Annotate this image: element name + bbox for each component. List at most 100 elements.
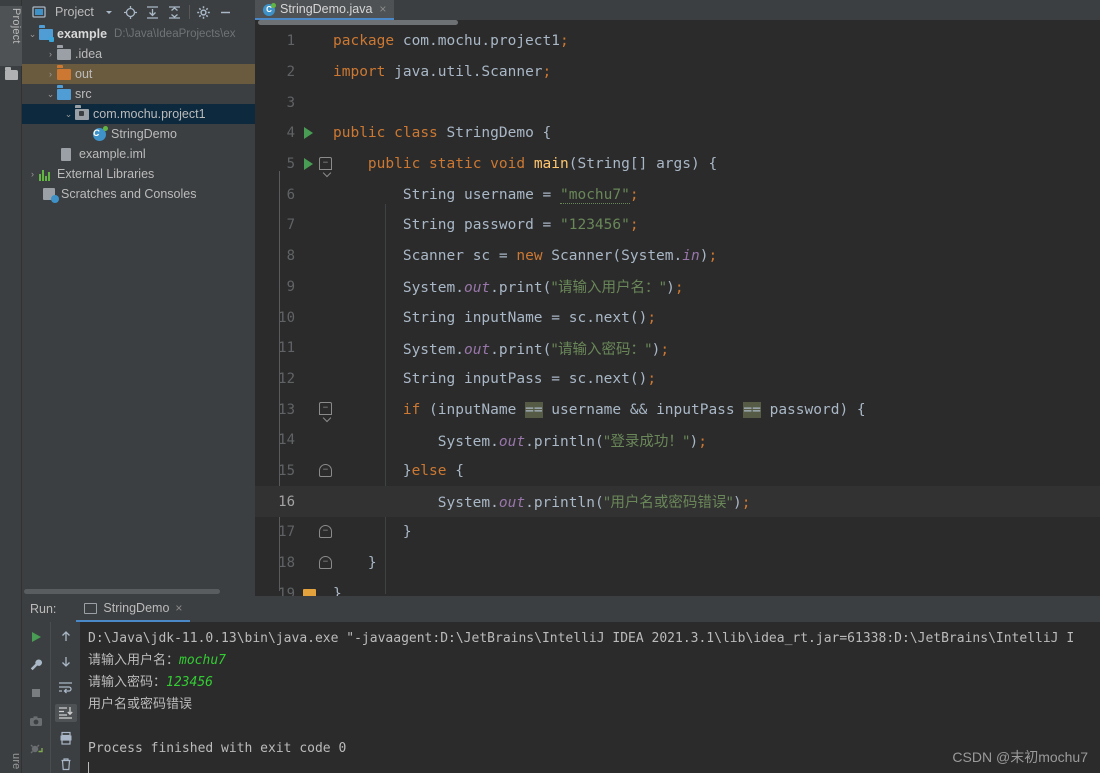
gutter[interactable] — [301, 241, 333, 272]
tree-item-label: com.mochu.project1 — [93, 107, 206, 121]
line-number: 14 — [278, 432, 295, 449]
chevron-right-icon[interactable]: › — [44, 69, 57, 79]
run-body: D:\Java\jdk-11.0.13\bin\java.exe "-javaa… — [22, 622, 1100, 773]
tree-item-external-libraries[interactable]: › External Libraries — [22, 164, 255, 184]
gutter[interactable] — [301, 364, 333, 395]
project-panel-horizontal-scrollbar[interactable] — [22, 586, 255, 596]
gutter[interactable]: − — [301, 517, 333, 548]
folder-icon[interactable] — [5, 67, 18, 80]
gutter[interactable] — [301, 179, 333, 210]
code-content[interactable]: 1 package com.mochu.project1; 2 import j… — [255, 26, 1100, 596]
chevron-right-icon[interactable]: › — [44, 49, 57, 59]
gutter[interactable] — [301, 57, 333, 88]
code-line[interactable]: 17 − } — [255, 517, 1100, 548]
gutter[interactable] — [301, 486, 333, 517]
tree-item-src[interactable]: ⌄ src — [22, 84, 255, 104]
gutter[interactable] — [301, 26, 333, 57]
code-line[interactable]: 1 package com.mochu.project1; — [255, 26, 1100, 57]
tool-window-button-project[interactable]: Project — [0, 6, 22, 66]
trash-icon[interactable] — [55, 755, 77, 773]
gutter[interactable] — [301, 272, 333, 303]
gutter[interactable]: − — [301, 548, 333, 579]
gutter[interactable] — [301, 210, 333, 241]
run-gutter-icon[interactable] — [304, 127, 313, 140]
line-number: 17 — [278, 524, 295, 541]
tree-item-com-mochu-project1[interactable]: ⌄ com.mochu.project1 — [22, 104, 255, 124]
close-icon[interactable]: × — [379, 2, 386, 16]
code-line[interactable]: 2 import java.util.Scanner; — [255, 57, 1100, 88]
tree-item-example[interactable]: ⌄ example D:\Java\IdeaProjects\ex — [22, 24, 255, 44]
code-line[interactable]: 4 public class StringDemo { — [255, 118, 1100, 149]
expand-all-icon[interactable] — [142, 1, 164, 23]
rerun-icon[interactable] — [25, 627, 47, 647]
run-header: Run: StringDemo × — [22, 596, 1100, 622]
close-icon[interactable]: × — [175, 601, 182, 615]
rerun-failed-tests-icon[interactable] — [25, 739, 47, 759]
collapse-all-icon[interactable] — [164, 1, 186, 23]
scroll-up-icon[interactable] — [55, 627, 77, 646]
project-tree[interactable]: ⌄ example D:\Java\IdeaProjects\ex › .ide… — [22, 24, 255, 584]
fold-collapse-icon[interactable]: − — [319, 463, 332, 477]
code-line[interactable]: 3 — [255, 87, 1100, 118]
editor-tab-stringdemo[interactable]: C StringDemo.java × — [255, 0, 395, 20]
code-line[interactable]: 13 − if (inputName == username && inputP… — [255, 394, 1100, 425]
chevron-right-icon[interactable]: › — [26, 169, 39, 179]
code-text: String inputName = sc.next(); — [402, 309, 657, 326]
fold-collapse-icon[interactable]: − — [319, 555, 332, 569]
project-view-icon[interactable] — [28, 1, 50, 23]
code-line[interactable]: 19 } — [255, 578, 1100, 596]
gutter[interactable]: − — [301, 149, 333, 180]
tree-item-out[interactable]: › out — [22, 64, 255, 84]
gutter[interactable] — [301, 87, 333, 118]
fold-collapse-icon[interactable]: − — [319, 525, 332, 538]
code-line[interactable]: 6 String username = "mochu7"; — [255, 179, 1100, 210]
scroll-down-icon[interactable] — [55, 653, 77, 672]
edit-configurations-icon[interactable] — [25, 655, 47, 675]
minimize-icon[interactable] — [215, 1, 237, 23]
camera-icon[interactable] — [25, 711, 47, 731]
gutter[interactable]: − — [301, 456, 333, 487]
code-line[interactable]: 9 System.out.print("请输入用户名："); — [255, 272, 1100, 303]
tree-item-label: example.iml — [79, 147, 146, 161]
gutter[interactable] — [301, 302, 333, 333]
line-number: 12 — [278, 370, 295, 387]
code-line-current[interactable]: 16 System.out.println("用户名或密码错误"); — [255, 486, 1100, 517]
locate-target-icon[interactable] — [120, 1, 142, 23]
tree-item-example-iml[interactable]: example.iml — [22, 144, 255, 164]
gutter[interactable] — [301, 425, 333, 456]
tree-item-scratches-and-consoles[interactable]: Scratches and Consoles — [22, 184, 255, 204]
code-line[interactable]: 14 System.out.println("登录成功！"); — [255, 425, 1100, 456]
code-line[interactable]: 7 String password = "123456"; — [255, 210, 1100, 241]
code-line[interactable]: 5 − public static void main(String[] arg… — [255, 149, 1100, 180]
stop-icon[interactable] — [25, 683, 47, 703]
code-text: System.out.println("用户名或密码错误"); — [437, 495, 751, 512]
code-line[interactable]: 11 System.out.print("请输入密码："); — [255, 333, 1100, 364]
run-tab-stringdemo[interactable]: StringDemo × — [76, 596, 191, 622]
chevron-down-icon[interactable]: ⌄ — [26, 29, 39, 40]
run-gutter-icon[interactable] — [304, 157, 313, 170]
code-line[interactable]: 8 Scanner sc = new Scanner(System.in); — [255, 241, 1100, 272]
gutter[interactable] — [301, 578, 333, 596]
chevron-down-icon[interactable]: ⌄ — [62, 109, 75, 120]
console-output[interactable]: D:\Java\jdk-11.0.13\bin\java.exe "-javaa… — [80, 622, 1100, 773]
gear-icon[interactable] — [193, 1, 215, 23]
code-line[interactable]: 18 − } — [255, 548, 1100, 579]
fold-collapse-icon[interactable]: − — [319, 402, 332, 416]
bookmark-icon[interactable] — [303, 589, 316, 596]
soft-wrap-icon[interactable] — [55, 678, 77, 697]
code-line[interactable]: 12 String inputPass = sc.next(); — [255, 364, 1100, 395]
gutter[interactable] — [301, 333, 333, 364]
tree-item-idea[interactable]: › .idea — [22, 44, 255, 64]
code-line[interactable]: 15 − }else { — [255, 456, 1100, 487]
print-icon[interactable] — [55, 729, 77, 748]
chevron-down-icon[interactable] — [98, 1, 120, 23]
tool-window-button-structure[interactable]: ure — [0, 753, 22, 770]
fold-collapse-icon[interactable]: − — [319, 156, 332, 170]
gutter[interactable]: − — [301, 394, 333, 425]
chevron-down-icon[interactable]: ⌄ — [44, 89, 57, 100]
gutter[interactable] — [301, 118, 333, 149]
scroll-to-end-icon[interactable] — [54, 703, 77, 722]
project-toolbar: Project — [22, 0, 255, 24]
tree-item-stringdemo[interactable]: C StringDemo — [22, 124, 255, 144]
code-line[interactable]: 10 String inputName = sc.next(); — [255, 302, 1100, 333]
